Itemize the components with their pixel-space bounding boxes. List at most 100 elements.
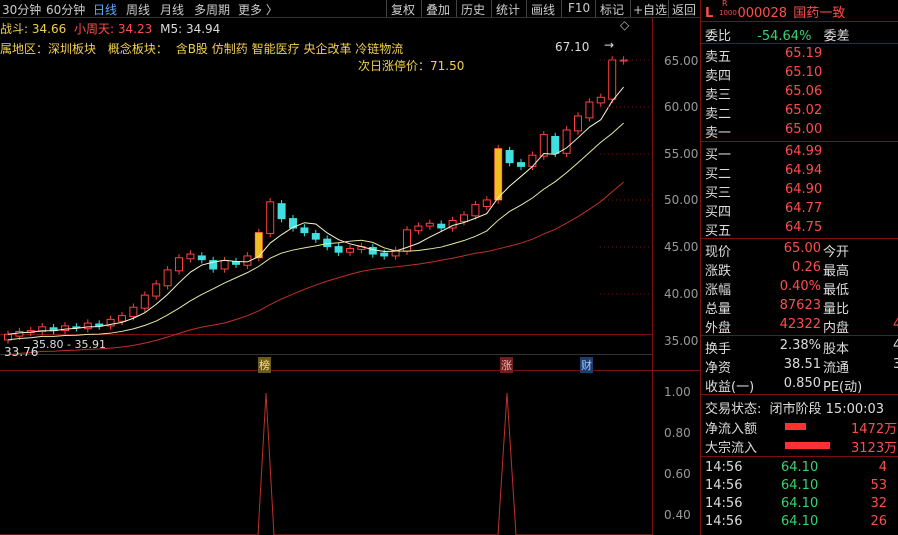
draw-line-button[interactable]: 画线 <box>531 1 555 18</box>
price-tick: 35.00 <box>664 334 699 348</box>
quote-label: 总量 <box>705 302 732 317</box>
candlestick-chart[interactable] <box>0 18 652 358</box>
mark-button[interactable]: 标记 <box>600 1 624 18</box>
overlay-button[interactable]: 叠加 <box>426 1 450 18</box>
f10-button[interactable]: F10 <box>568 1 590 15</box>
flow-bar <box>785 442 830 449</box>
candle <box>414 225 423 232</box>
bid-level-price[interactable]: 64.99 <box>785 144 822 159</box>
candle <box>4 333 12 341</box>
ask-level-price[interactable]: 65.00 <box>785 122 822 137</box>
candle <box>482 199 491 207</box>
price-tick: 55.00 <box>664 147 699 161</box>
tick-time: 14:56 <box>705 478 743 493</box>
ask-level-label: 卖二 <box>705 107 732 122</box>
bid-level-price[interactable]: 64.90 <box>785 182 822 197</box>
candle <box>118 315 126 322</box>
candle <box>277 203 286 220</box>
stats-button[interactable]: 统计 <box>496 1 520 18</box>
candle <box>83 322 92 330</box>
candle <box>346 247 354 253</box>
price-tick: 60.00 <box>664 100 699 114</box>
ask-level-price[interactable]: 65.06 <box>785 84 822 99</box>
tick-volume: 32 <box>870 496 887 511</box>
period-60min[interactable]: 60分钟 <box>46 1 85 18</box>
sub-indicator-chart[interactable] <box>0 371 652 535</box>
flow-value: 1472万 <box>851 422 898 437</box>
period-multi[interactable]: 多周期 <box>194 1 230 18</box>
candle <box>539 134 548 157</box>
ask-level-price[interactable]: 65.19 <box>785 46 822 61</box>
weibi-value: -54.64% <box>757 29 812 44</box>
candle <box>15 331 24 337</box>
bid-level-price[interactable]: 64.77 <box>785 201 822 216</box>
stat-value2: 4 <box>893 338 898 353</box>
fuquan-button[interactable]: 复权 <box>391 1 415 18</box>
period-30min[interactable]: 30分钟 <box>2 1 41 18</box>
bid-level-price[interactable]: 64.75 <box>785 220 822 235</box>
quote-value: 65.00 <box>783 241 821 256</box>
range-label: 35.80 - 35.91 <box>32 338 106 351</box>
candle <box>471 204 480 217</box>
ask-level-price[interactable]: 65.10 <box>785 65 822 80</box>
ask-level-label: 卖三 <box>705 88 732 103</box>
candle <box>323 238 332 248</box>
flow-label: 净流入额 <box>705 422 758 437</box>
diamond-icon[interactable]: ◇ <box>620 18 629 32</box>
tick-price: 64.10 <box>781 496 819 511</box>
weibi-row: 委比 -54.64% 委差 <box>705 29 850 44</box>
candle <box>574 115 582 132</box>
stock-flag-num: 1000 <box>719 9 737 17</box>
quote-label2: 量比 <box>823 302 850 317</box>
period-more[interactable]: 更多 〉 <box>238 1 278 18</box>
stat-value: 2.38% <box>779 338 821 353</box>
ask-level-price[interactable]: 65.02 <box>785 103 822 118</box>
quote-label: 现价 <box>705 245 732 260</box>
stat-value: 0.850 <box>783 376 821 391</box>
chart-right-border <box>652 18 653 535</box>
history-button[interactable]: 历史 <box>461 1 485 18</box>
tick-time: 14:56 <box>705 514 743 529</box>
sub-tick: 0.40 <box>664 508 691 522</box>
tick-price: 64.10 <box>781 514 819 529</box>
stat-label2: 流通 <box>823 361 850 376</box>
tick-volume: 4 <box>878 460 887 475</box>
quote-label2: 最高 <box>823 264 850 279</box>
trade-status: 交易状态: 闭市阶段 15:00:03 <box>705 402 885 417</box>
quote-label2: 最低 <box>823 283 850 298</box>
candle <box>460 214 468 222</box>
stat-value2: 3 <box>893 357 898 372</box>
candle <box>140 294 149 309</box>
bid-level-price[interactable]: 64.94 <box>785 163 822 178</box>
peak-price-label: 67.10 <box>555 40 590 54</box>
period-weekly[interactable]: 周线 <box>126 1 150 18</box>
quote-value: 42322 <box>779 317 821 332</box>
add-watchlist-button[interactable]: +自选 <box>633 1 667 18</box>
candle <box>517 162 525 167</box>
candle <box>505 150 514 164</box>
tick-time: 14:56 <box>705 496 743 511</box>
candle <box>95 323 104 327</box>
stock-flag-r: R <box>722 0 728 8</box>
flow-label: 大宗流入 <box>705 441 758 456</box>
tick-volume: 26 <box>870 514 887 529</box>
candle <box>163 269 172 287</box>
price-tick: 40.00 <box>664 287 699 301</box>
stock-name: 国药一致 <box>793 6 846 21</box>
quote-label2: 今开 <box>823 245 850 260</box>
candle <box>334 246 343 253</box>
candle <box>619 59 628 62</box>
period-monthly[interactable]: 月线 <box>160 1 184 18</box>
quote-value: 87623 <box>779 298 821 313</box>
period-daily[interactable]: 日线 <box>93 1 117 18</box>
back-button[interactable]: 返回 <box>672 1 696 18</box>
candle <box>175 257 183 272</box>
stat-label: 换手 <box>705 342 732 357</box>
flow-bar <box>785 423 806 430</box>
stock-flag-l: L <box>705 6 714 21</box>
stock-header: L R 1000 000028 国药一致 <box>705 0 846 21</box>
candle <box>551 136 560 154</box>
candle <box>596 96 605 104</box>
price-tick: 50.00 <box>664 193 699 207</box>
candle <box>528 154 537 167</box>
